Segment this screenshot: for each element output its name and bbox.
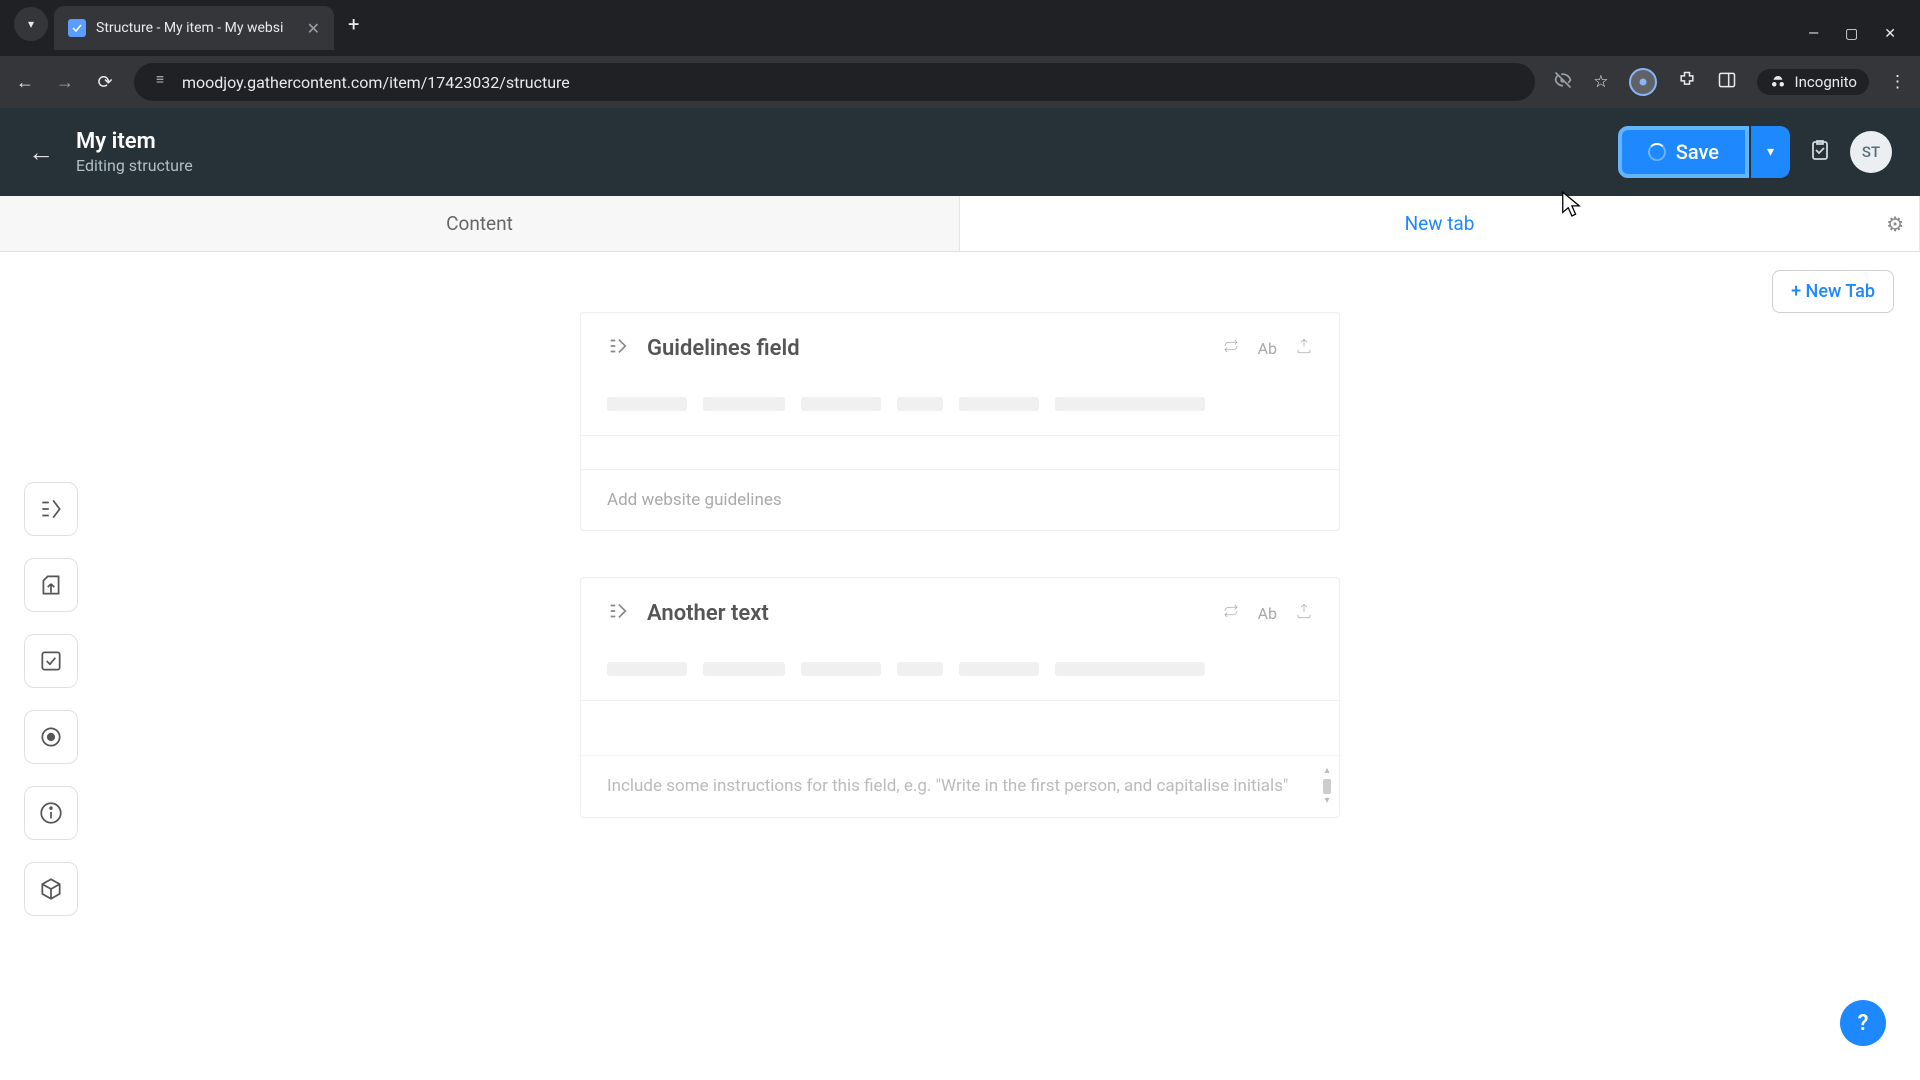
window-close-icon[interactable]: ✕: [1884, 26, 1896, 42]
textarea-scrollbar[interactable]: ▴▾: [1321, 764, 1333, 809]
site-settings-icon[interactable]: [152, 72, 168, 92]
text-field-icon: [607, 600, 629, 626]
close-tab-icon[interactable]: ✕: [307, 19, 320, 38]
tool-checkbox-icon[interactable]: [24, 634, 78, 688]
window-maximize-icon[interactable]: ▢: [1845, 26, 1858, 42]
save-dropdown-button[interactable]: ▾: [1751, 126, 1790, 178]
tab-search-dropdown[interactable]: ▾: [14, 7, 48, 41]
field-export-icon[interactable]: [1295, 337, 1313, 359]
field-format-label[interactable]: Ab: [1258, 339, 1277, 358]
window-minimize-icon[interactable]: ―: [1808, 26, 1819, 42]
field-export-icon[interactable]: [1295, 602, 1313, 624]
editor-toolbar-placeholder: [581, 383, 1339, 436]
browser-tab[interactable]: Structure - My item - My websi ✕: [54, 6, 334, 50]
field-repeat-icon[interactable]: [1222, 337, 1240, 359]
tool-info-icon[interactable]: [24, 786, 78, 840]
bookmark-star-icon[interactable]: ☆: [1593, 72, 1608, 92]
field-label: Another text: [647, 601, 1204, 626]
editor-body-placeholder[interactable]: [581, 436, 1339, 470]
tool-radio-icon[interactable]: [24, 710, 78, 764]
help-icon: ?: [1858, 1011, 1869, 1036]
nav-reload-icon[interactable]: ⟳: [94, 72, 116, 93]
clipboard-check-icon[interactable]: [1808, 138, 1832, 167]
page-title: My item: [76, 129, 193, 154]
field-card[interactable]: Guidelines field Ab Add website guidelin…: [580, 312, 1340, 531]
field-instructions-placeholder: Add website guidelines: [607, 490, 782, 510]
profile-avatar-icon[interactable]: [1629, 68, 1657, 96]
spinner-icon: [1648, 143, 1666, 161]
browser-menu-icon[interactable]: ⋮: [1889, 72, 1906, 92]
save-button[interactable]: Save: [1618, 126, 1749, 178]
new-browser-tab-button[interactable]: +: [334, 12, 373, 44]
side-panel-icon[interactable]: [1717, 70, 1737, 95]
url-text: moodjoy.gathercontent.com/item/17423032/…: [182, 73, 570, 92]
field-label: Guidelines field: [647, 336, 1204, 361]
field-instructions-input[interactable]: Include some instructions for this field…: [581, 755, 1339, 817]
editor-toolbar-placeholder: [581, 648, 1339, 701]
field-format-label[interactable]: Ab: [1258, 604, 1277, 623]
tabs-settings-gear-icon[interactable]: ⚙: [1886, 212, 1904, 236]
eye-off-icon[interactable]: [1553, 70, 1573, 95]
user-avatar[interactable]: ST: [1850, 131, 1892, 173]
tool-text-icon[interactable]: [24, 482, 78, 536]
tab-title: Structure - My item - My websi: [96, 20, 297, 36]
tool-attachment-icon[interactable]: [24, 558, 78, 612]
back-arrow-icon[interactable]: ←: [28, 137, 54, 168]
incognito-badge[interactable]: Incognito: [1757, 69, 1869, 95]
field-tools-sidebar: [24, 482, 78, 916]
field-repeat-icon[interactable]: [1222, 602, 1240, 624]
avatar-initials: ST: [1862, 143, 1880, 161]
editor-body-placeholder[interactable]: [581, 701, 1339, 755]
field-card[interactable]: Another text Ab Include some instruction…: [580, 577, 1340, 818]
save-label: Save: [1676, 140, 1719, 164]
nav-back-icon[interactable]: ←: [14, 72, 36, 93]
add-tab-label: + New Tab: [1791, 281, 1875, 302]
tab-new-label: New tab: [1405, 212, 1475, 235]
incognito-label: Incognito: [1795, 73, 1857, 91]
tab-content-label: Content: [446, 212, 513, 235]
extensions-icon[interactable]: [1677, 70, 1697, 95]
help-fab-button[interactable]: ?: [1840, 1000, 1886, 1046]
site-favicon: [68, 19, 86, 37]
page-subtitle: Editing structure: [76, 156, 193, 175]
add-tab-button[interactable]: + New Tab: [1772, 270, 1894, 313]
tab-new[interactable]: New tab: [960, 196, 1920, 251]
nav-forward-icon[interactable]: →: [54, 72, 76, 93]
field-instructions-placeholder: Include some instructions for this field…: [607, 776, 1288, 796]
tool-component-icon[interactable]: [24, 862, 78, 916]
url-bar[interactable]: moodjoy.gathercontent.com/item/17423032/…: [134, 63, 1535, 101]
text-field-icon: [607, 335, 629, 361]
field-instructions-input[interactable]: Add website guidelines: [581, 470, 1339, 530]
tab-content[interactable]: Content: [0, 196, 960, 251]
